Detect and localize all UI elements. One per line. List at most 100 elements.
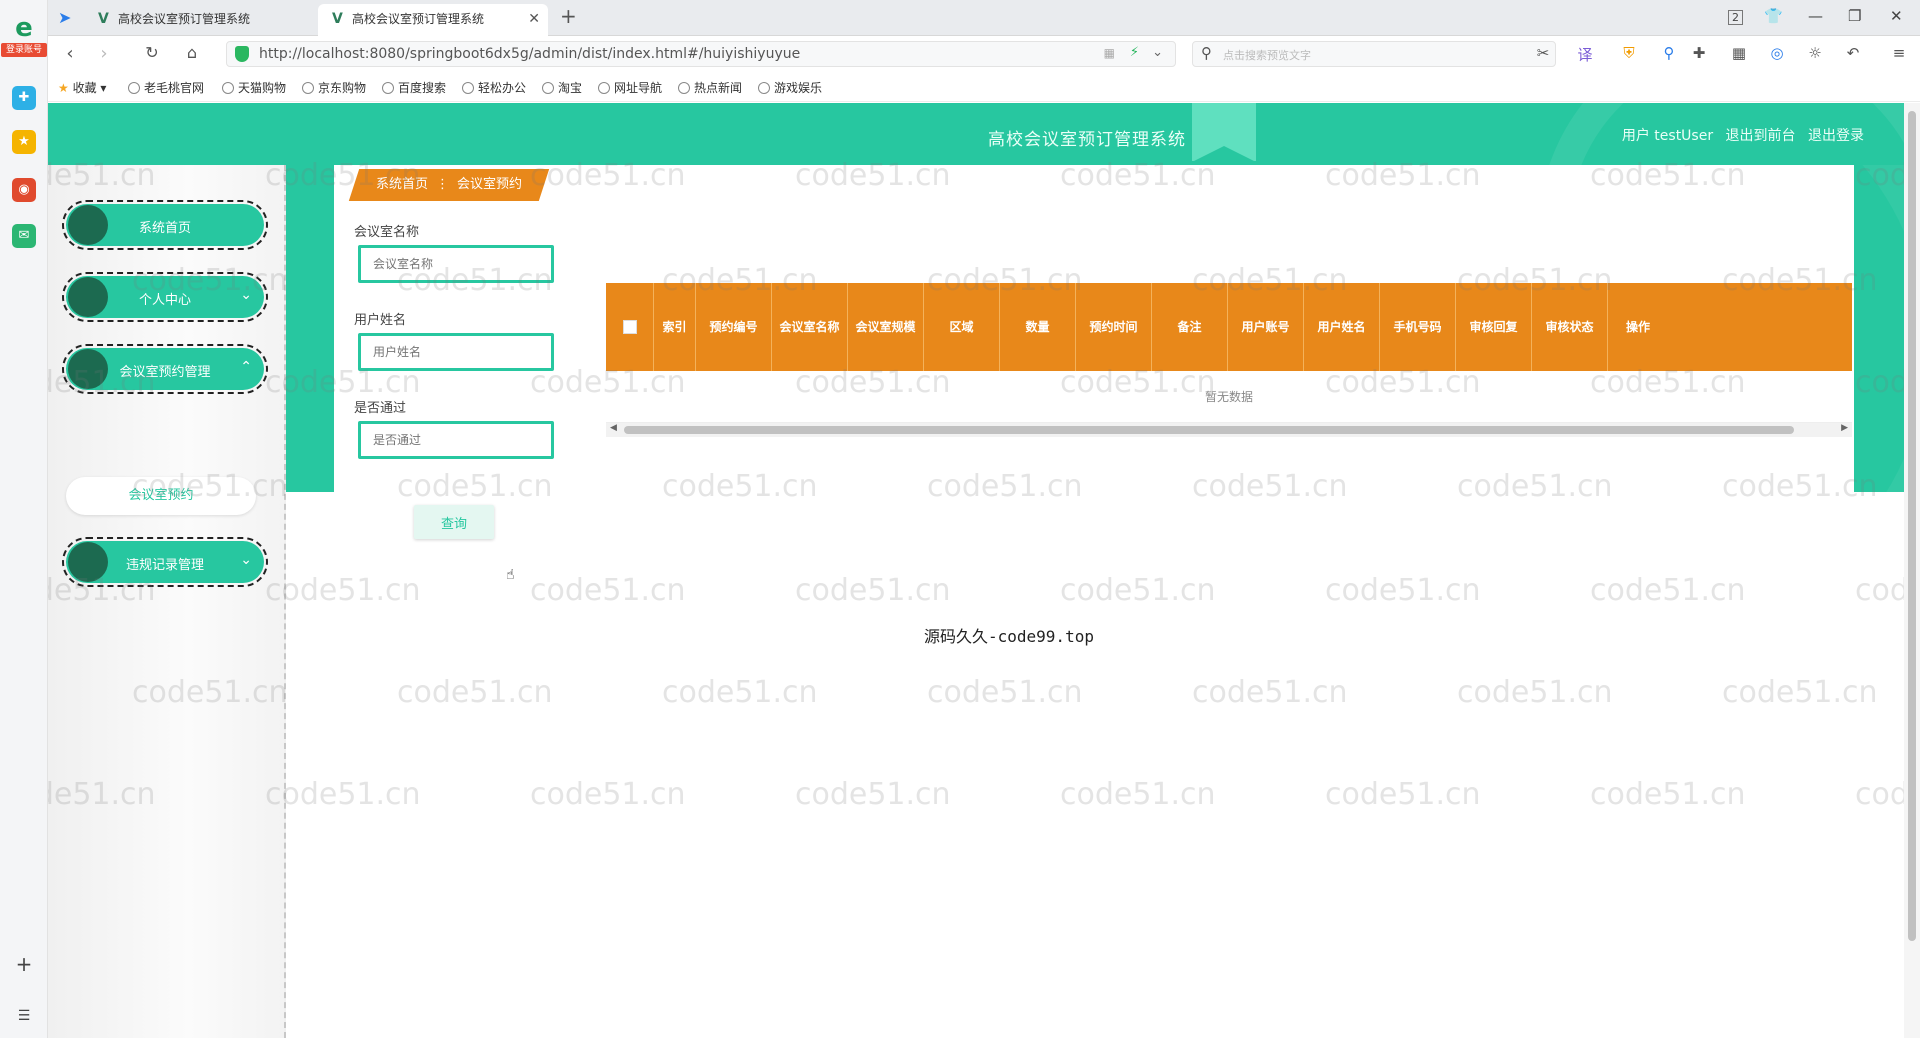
shirt-icon[interactable]: 👕 (1764, 7, 1783, 25)
sidebar-item-violation-management[interactable]: 违规记录管理 ⌄ (62, 537, 268, 587)
dropdown-icon[interactable]: ⌄ (1152, 45, 1163, 60)
browser-logo-icon[interactable]: e (10, 14, 38, 42)
tab-1[interactable]: V 高校会议室预订管理系统 (84, 4, 310, 36)
scrollbar-thumb[interactable] (624, 426, 1794, 434)
tab-2-active[interactable]: V 高校会议室预订管理系统 ✕ (318, 4, 548, 36)
bookmark-item[interactable]: 网址导航 (598, 79, 662, 96)
back-to-front-link[interactable]: 退出到前台 (1726, 128, 1796, 144)
minimize-icon[interactable]: — (1808, 7, 1823, 25)
browser-search-field[interactable]: ⚲ 点击搜索预览文字 (1192, 41, 1556, 67)
col-index: 索引 (654, 283, 696, 371)
star-app-icon[interactable]: ★ (12, 130, 36, 154)
table-area: 索引 预约编号 会议室名称 会议室规模 区域 数量 预约时间 备注 用户账号 用… (578, 201, 1854, 1038)
undo-icon[interactable]: ↶ (1842, 44, 1864, 62)
menu-icon[interactable]: ≡ (1888, 44, 1910, 62)
breadcrumb-home[interactable]: 系统首页 (376, 177, 428, 192)
scroll-left-icon[interactable]: ◀ (610, 423, 617, 433)
tab-count-badge[interactable]: 2 (1728, 10, 1743, 25)
qr-code-icon[interactable]: ▦ (1104, 46, 1115, 60)
watermark-text: code51.cn (1855, 777, 1904, 812)
vue-logo-icon: V (332, 11, 343, 27)
col-room-name: 会议室名称 (772, 283, 848, 371)
reload-icon[interactable]: ↻ (140, 43, 164, 62)
home-icon[interactable]: ⌂ (180, 43, 204, 62)
shield-ext-icon[interactable]: ⛨ (1618, 44, 1640, 62)
query-button[interactable]: 查询 (414, 505, 494, 539)
approved-input[interactable] (358, 421, 554, 459)
ribbon-decoration (1192, 103, 1256, 162)
breadcrumb: 系统首页 ⋮ 会议室预约 (348, 169, 550, 201)
vue-logo-icon: V (98, 11, 109, 27)
new-tab-icon[interactable]: + (560, 4, 577, 28)
globe-icon (382, 82, 394, 94)
col-actions: 操作 (1626, 320, 1651, 334)
translate-icon[interactable]: 译 (1574, 44, 1596, 65)
globe-icon (598, 82, 610, 94)
back-icon[interactable]: ‹ (58, 43, 82, 64)
col-booking-no: 预约编号 (696, 283, 772, 371)
sidebar-item-home[interactable]: 系统首页 (62, 200, 268, 250)
breadcrumb-current: 会议室预约 (457, 177, 523, 192)
extension-icon[interactable]: ✚ (1688, 44, 1710, 62)
table-header: 索引 预约编号 会议室名称 会议室规模 区域 数量 预约时间 备注 用户账号 用… (606, 283, 1852, 371)
bookmark-item[interactable]: 游戏娱乐 (758, 79, 822, 96)
globe-icon (542, 82, 554, 94)
bookmark-item[interactable]: 老毛桃官网 (128, 79, 204, 96)
scroll-right-icon[interactable]: ▶ (1841, 423, 1848, 433)
plus-app-icon[interactable]: ✚ (12, 86, 36, 110)
submenu-item-reservation[interactable]: 会议室预约 (66, 477, 256, 515)
col-remark: 备注 (1152, 283, 1228, 371)
mail-icon[interactable]: ✉ (12, 224, 36, 248)
lightning-icon[interactable]: ⚡ (1130, 45, 1139, 60)
current-user-label: 用户 testUser (1621, 128, 1714, 144)
navigation-icon[interactable]: ➤ (58, 8, 71, 27)
login-account-badge[interactable]: 登录账号 (1, 43, 47, 57)
url-text[interactable]: http://localhost:8080/springboot6dx5g/ad… (259, 46, 800, 62)
brightness-icon[interactable]: ☼ (1804, 44, 1826, 62)
empty-data-text: 暂无数据 (606, 371, 1852, 423)
globe-icon (758, 82, 770, 94)
user-links: 用户 testUser 退出到前台 退出登录 (1614, 125, 1864, 145)
sidebar-item-reservation-management[interactable]: 会议室预约管理 ⌃ (62, 344, 268, 394)
sync-icon[interactable]: ◎ (1766, 44, 1788, 62)
bookmark-favorites[interactable]: ★ 收藏 ▾ (58, 79, 106, 96)
add-icon[interactable]: + (12, 952, 36, 976)
room-name-input[interactable] (358, 245, 554, 283)
tab-title: 高校会议室预订管理系统 (118, 12, 251, 26)
col-room-size: 会议室规模 (848, 283, 924, 371)
bookmark-item[interactable]: 轻松办公 (462, 79, 526, 96)
close-window-icon[interactable]: ✕ (1890, 7, 1903, 25)
bookmark-item[interactable]: 淘宝 (542, 79, 582, 96)
sidebar-menu: 系统首页 个人中心 ⌄ 会议室预约管理 ⌃ 会议室预约 违规记录管理 ⌄ (48, 165, 286, 1038)
browser-side-rail: e 登录账号 ✚ ★ ◉ ✉ + ☰ (0, 0, 48, 1038)
user-name-input[interactable] (358, 333, 554, 371)
mouse-cursor-icon: ☝ (506, 567, 515, 583)
col-review-status: 审核状态 (1532, 283, 1608, 371)
zoom-icon[interactable]: ⚲ (1658, 44, 1680, 62)
restore-icon[interactable]: ❐ (1848, 7, 1861, 25)
apps-grid-icon[interactable]: ▦ (1728, 44, 1750, 62)
sidebar-item-personal-center[interactable]: 个人中心 ⌄ (62, 272, 268, 322)
bookmark-item[interactable]: 京东购物 (302, 79, 366, 96)
weibo-icon[interactable]: ◉ (12, 178, 36, 202)
forward-icon[interactable]: › (92, 43, 116, 64)
list-icon[interactable]: ☰ (12, 1004, 36, 1028)
bookmark-item[interactable]: 天猫购物 (222, 79, 286, 96)
logout-link[interactable]: 退出登录 (1808, 128, 1864, 144)
col-phone: 手机号码 (1380, 283, 1456, 371)
search-panel: 会议室名称 用户姓名 是否通过 (334, 201, 578, 1038)
address-bar: ‹ › ↻ ⌂ http://localhost:8080/springboot… (48, 36, 1920, 72)
col-quantity: 数量 (1000, 283, 1076, 371)
horizontal-scrollbar[interactable]: ◀ ▶ (606, 423, 1852, 437)
url-field[interactable]: http://localhost:8080/springboot6dx5g/ad… (226, 41, 1176, 67)
bookmark-item[interactable]: 热点新闻 (678, 79, 742, 96)
page-scrollbar-thumb[interactable] (1908, 111, 1916, 941)
close-tab-icon[interactable]: ✕ (528, 4, 540, 34)
star-icon: ★ (58, 81, 69, 95)
page-vertical-scrollbar[interactable] (1904, 103, 1920, 1038)
bookmark-item[interactable]: 百度搜索 (382, 79, 446, 96)
select-all-checkbox[interactable] (606, 283, 654, 371)
bookmarks-bar: ★ 收藏 ▾ 老毛桃官网 天猫购物 京东购物 百度搜索 轻松办公 淘宝 网址导航… (48, 72, 1920, 102)
globe-icon (462, 82, 474, 94)
scissors-icon[interactable]: ✂ (1532, 44, 1554, 62)
